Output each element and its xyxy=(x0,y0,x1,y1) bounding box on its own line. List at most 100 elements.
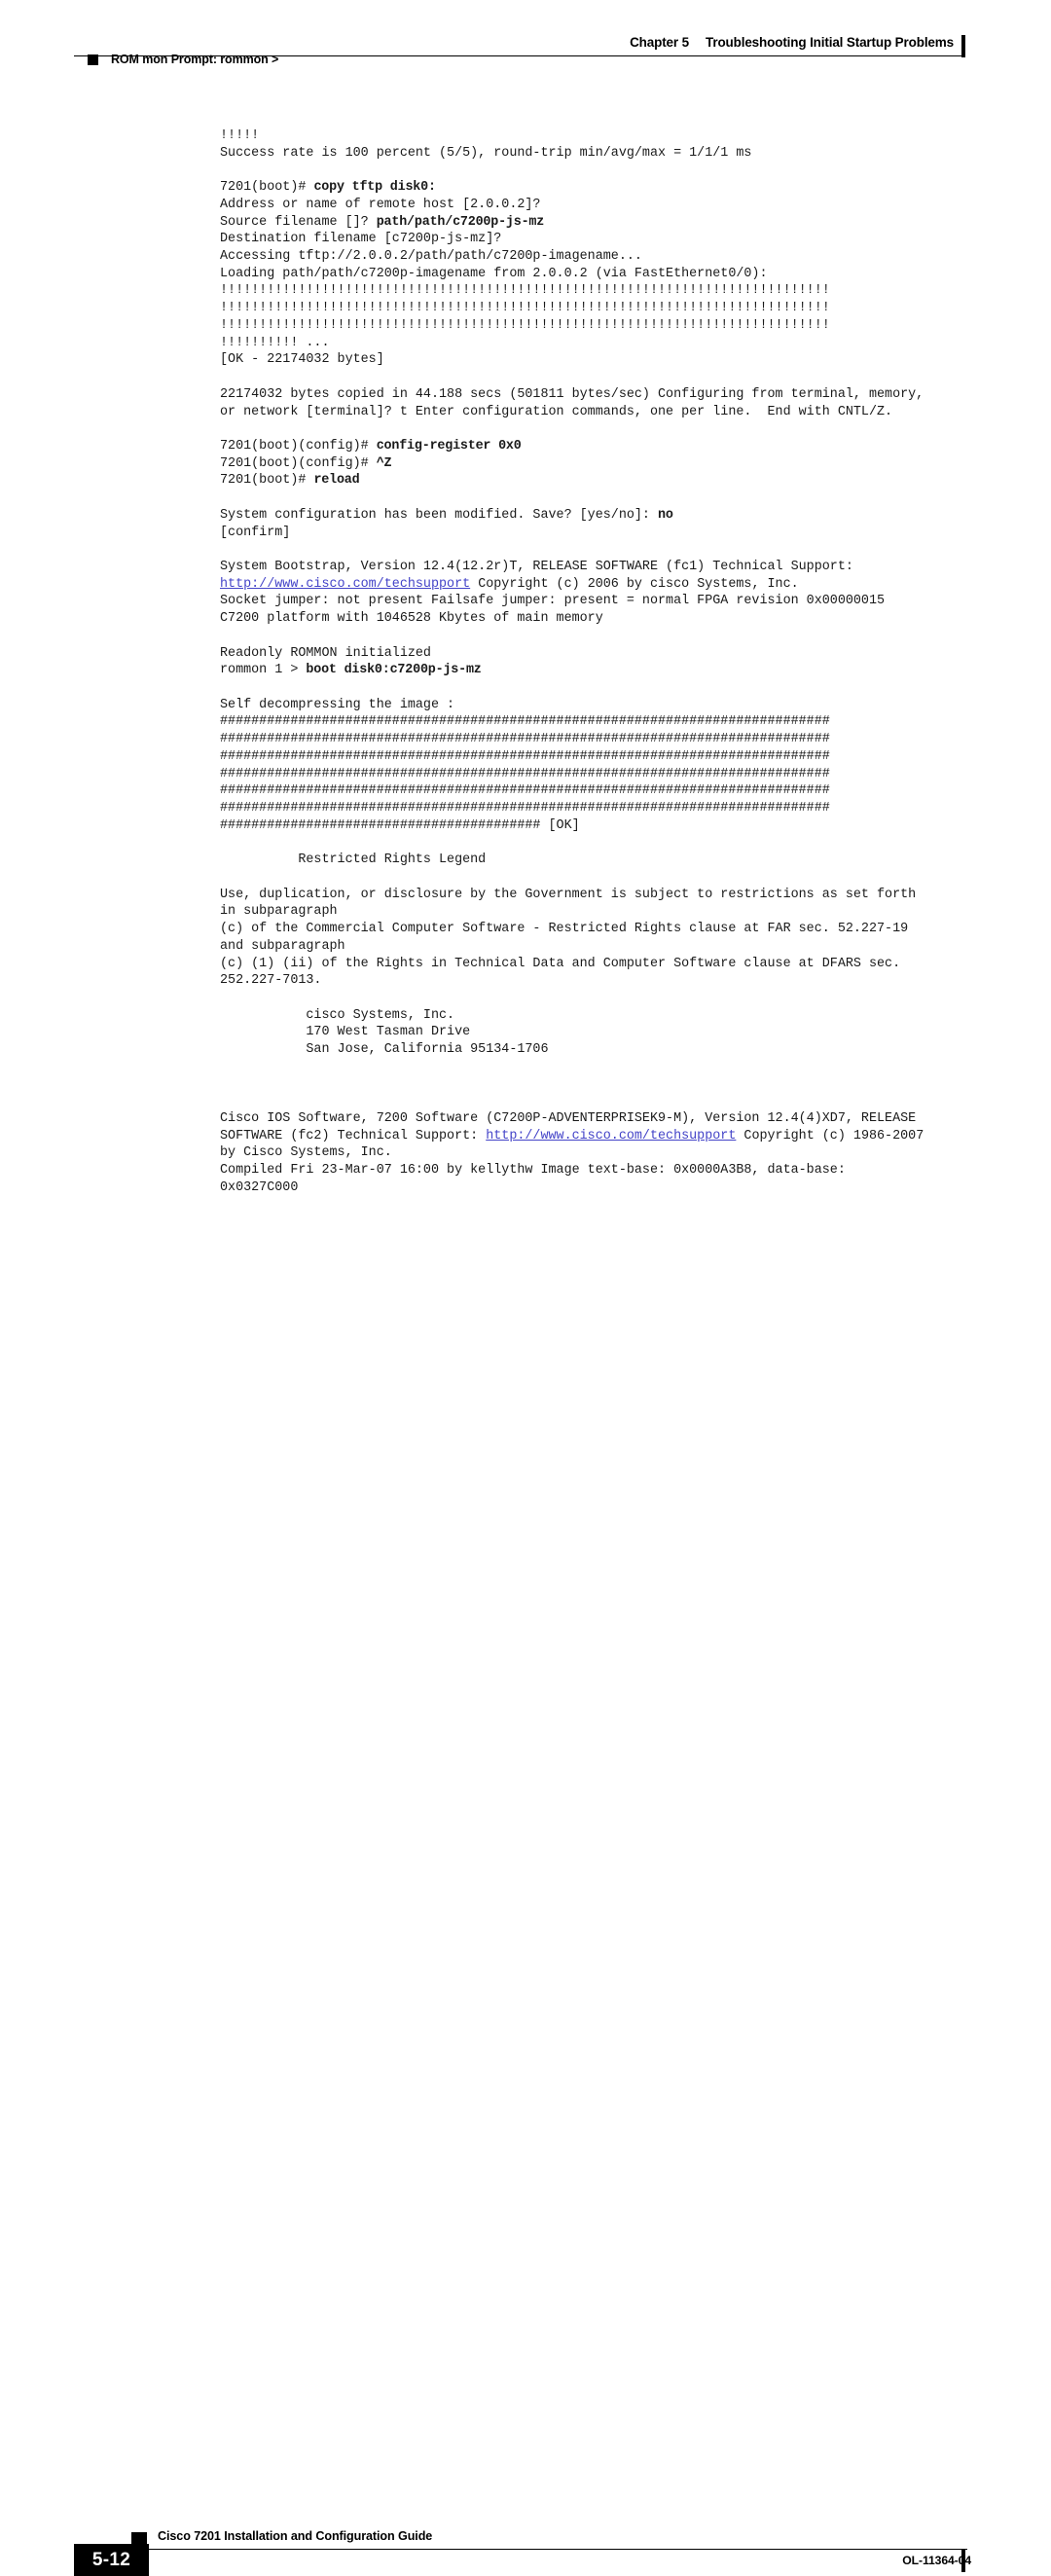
console-text: (c) of the Commercial Computer Software … xyxy=(220,922,909,937)
console-line: cisco Systems, Inc. xyxy=(220,1007,998,1025)
console-text: Socket jumper: not present Failsafe jump… xyxy=(220,594,886,609)
console-text: Cisco IOS Software, 7200 Software (C7200… xyxy=(220,1110,917,1126)
console-line: Restricted Rights Legend xyxy=(220,852,998,869)
console-text: !!!!! xyxy=(220,128,260,143)
console-text: 170 West Tasman Drive xyxy=(220,1025,471,1040)
techsupport-link[interactable]: http://www.cisco.com/techsupport xyxy=(486,1129,736,1143)
console-text: ########################################… xyxy=(220,801,830,816)
header-chapter-breadcrumb: Chapter 5 Troubleshooting Initial Startup… xyxy=(630,35,954,50)
console-text: 7201(boot)# xyxy=(220,180,314,196)
page-footer: 5-12 Cisco 7201 Installation and Configu… xyxy=(0,1252,1051,2576)
console-text: [OK - 22174032 bytes] xyxy=(220,352,384,368)
console-line: !!!!!!!!!!!!!!!!!!!!!!!!!!!!!!!!!!!!!!!!… xyxy=(220,300,998,317)
console-text: Readonly ROMMON initialized xyxy=(220,645,431,661)
console-text: Use, duplication, or disclosure by the G… xyxy=(220,887,917,902)
header-running-head: ROM mon Prompt: rommon > xyxy=(88,53,278,66)
console-command-bold: boot disk0:c7200p-js-mz xyxy=(306,663,482,678)
console-text: !!!!!!!!!!!!!!!!!!!!!!!!!!!!!!!!!!!!!!!!… xyxy=(220,283,830,299)
console-text: cisco Systems, Inc. xyxy=(220,1007,455,1023)
console-text: System configuration has been modified. … xyxy=(220,507,658,523)
console-text: in subparagraph xyxy=(220,904,338,920)
console-line: and subparagraph xyxy=(220,938,998,956)
console-line: Loading path/path/c7200p-imagename from … xyxy=(220,266,998,283)
console-text: ########################################… xyxy=(220,732,830,747)
console-line: ########################################… xyxy=(220,782,998,800)
console-output-block: !!!!! Success rate is 100 percent (5/5), … xyxy=(220,127,998,1197)
console-line: 7201(boot)# reload xyxy=(220,472,998,490)
console-command-bold: config-register 0x0 xyxy=(376,438,522,454)
footer-guide-title: Cisco 7201 Installation and Configuratio… xyxy=(158,2529,433,2543)
console-line: ########################################… xyxy=(220,766,998,783)
console-line: Success rate is 100 percent (5/5), round… xyxy=(220,145,998,163)
console-line: 7201(boot)# copy tftp disk0: xyxy=(220,179,998,197)
console-text: ########################################… xyxy=(220,766,830,781)
console-text: by Cisco Systems, Inc. xyxy=(220,1145,392,1161)
console-text: 22174032 bytes copied in 44.188 secs (50… xyxy=(220,386,924,402)
console-line: 252.227-7013. xyxy=(220,972,998,990)
console-line: ########################################… xyxy=(220,713,998,731)
console-line: http://www.cisco.com/techsupport Copyrig… xyxy=(220,576,998,594)
header-chapter-number: Chapter 5 xyxy=(630,35,689,50)
console-text: 0x0327C000 xyxy=(220,1179,299,1195)
header-chapter-title: Troubleshooting Initial Startup Problems xyxy=(705,35,954,50)
console-line: C7200 platform with 1046528 Kbytes of ma… xyxy=(220,610,998,628)
header-runhead-label: ROM mon Prompt: rommon > xyxy=(111,53,279,66)
console-text: ########################################… xyxy=(220,748,830,764)
console-line: Use, duplication, or disclosure by the G… xyxy=(220,887,998,904)
console-line: Readonly ROMMON initialized xyxy=(220,645,998,663)
console-command-bold: no xyxy=(658,507,673,523)
console-text: Loading path/path/c7200p-imagename from … xyxy=(220,266,768,281)
header-end-tick-mark xyxy=(961,35,965,57)
console-command-bold: ^Z xyxy=(376,455,392,471)
console-text: Restricted Rights Legend xyxy=(220,853,487,868)
console-line: or network [terminal]? t Enter configura… xyxy=(220,404,998,421)
console-text: Accessing tftp://2.0.0.2/path/path/c7200… xyxy=(220,249,642,265)
console-line: [OK - 22174032 bytes] xyxy=(220,351,998,369)
console-text: Copyright (c) 2006 by cisco Systems, Inc… xyxy=(470,576,799,592)
console-line: ########################################… xyxy=(220,817,998,835)
console-text: Compiled Fri 23-Mar-07 16:00 by kellythw… xyxy=(220,1163,846,1179)
console-line: ########################################… xyxy=(220,800,998,817)
console-line: in subparagraph xyxy=(220,903,998,921)
techsupport-link[interactable]: http://www.cisco.com/techsupport xyxy=(220,577,470,592)
console-text: San Jose, California 95134-1706 xyxy=(220,1042,549,1058)
console-line: Destination filename [c7200p-js-mz]? xyxy=(220,231,998,248)
console-line: Source filename []? path/path/c7200p-js-… xyxy=(220,214,998,232)
console-line: !!!!!!!!!! ... xyxy=(220,335,998,352)
console-text: Destination filename [c7200p-js-mz]? xyxy=(220,232,502,247)
console-text: (c) (1) (ii) of the Rights in Technical … xyxy=(220,956,901,971)
console-line: Socket jumper: not present Failsafe jump… xyxy=(220,593,998,610)
console-line: ########################################… xyxy=(220,748,998,766)
footer-end-tick-mark xyxy=(961,2550,965,2572)
console-line: 0x0327C000 xyxy=(220,1179,998,1197)
console-line: Address or name of remote host [2.0.0.2]… xyxy=(220,197,998,214)
console-line: Cisco IOS Software, 7200 Software (C7200… xyxy=(220,1110,998,1128)
console-line: Accessing tftp://2.0.0.2/path/path/c7200… xyxy=(220,248,998,266)
console-text: rommon 1 > xyxy=(220,663,307,678)
bullet-square-icon xyxy=(88,54,98,65)
console-text: 7201(boot)(config)# xyxy=(220,438,377,454)
console-text: or network [terminal]? t Enter configura… xyxy=(220,404,893,419)
console-line: (c) of the Commercial Computer Software … xyxy=(220,921,998,938)
console-line: by Cisco Systems, Inc. xyxy=(220,1144,998,1162)
console-line: 7201(boot)(config)# config-register 0x0 xyxy=(220,438,998,455)
console-text: System Bootstrap, Version 12.4(12.2r)T, … xyxy=(220,559,853,574)
console-line: !!!!!!!!!!!!!!!!!!!!!!!!!!!!!!!!!!!!!!!!… xyxy=(220,317,998,335)
console-text: SOFTWARE (fc2) Technical Support: xyxy=(220,1128,487,1143)
console-text: ########################################… xyxy=(220,817,580,833)
page-header: Chapter 5 Troubleshooting Initial Startup… xyxy=(0,0,1051,78)
console-text: Self decompressing the image : xyxy=(220,697,455,712)
console-line: !!!!! xyxy=(220,127,998,145)
console-text: !!!!!!!!!! ... xyxy=(220,335,330,350)
console-text: and subparagraph xyxy=(220,938,345,954)
console-text: Copyright (c) 1986-2007 xyxy=(736,1128,924,1143)
